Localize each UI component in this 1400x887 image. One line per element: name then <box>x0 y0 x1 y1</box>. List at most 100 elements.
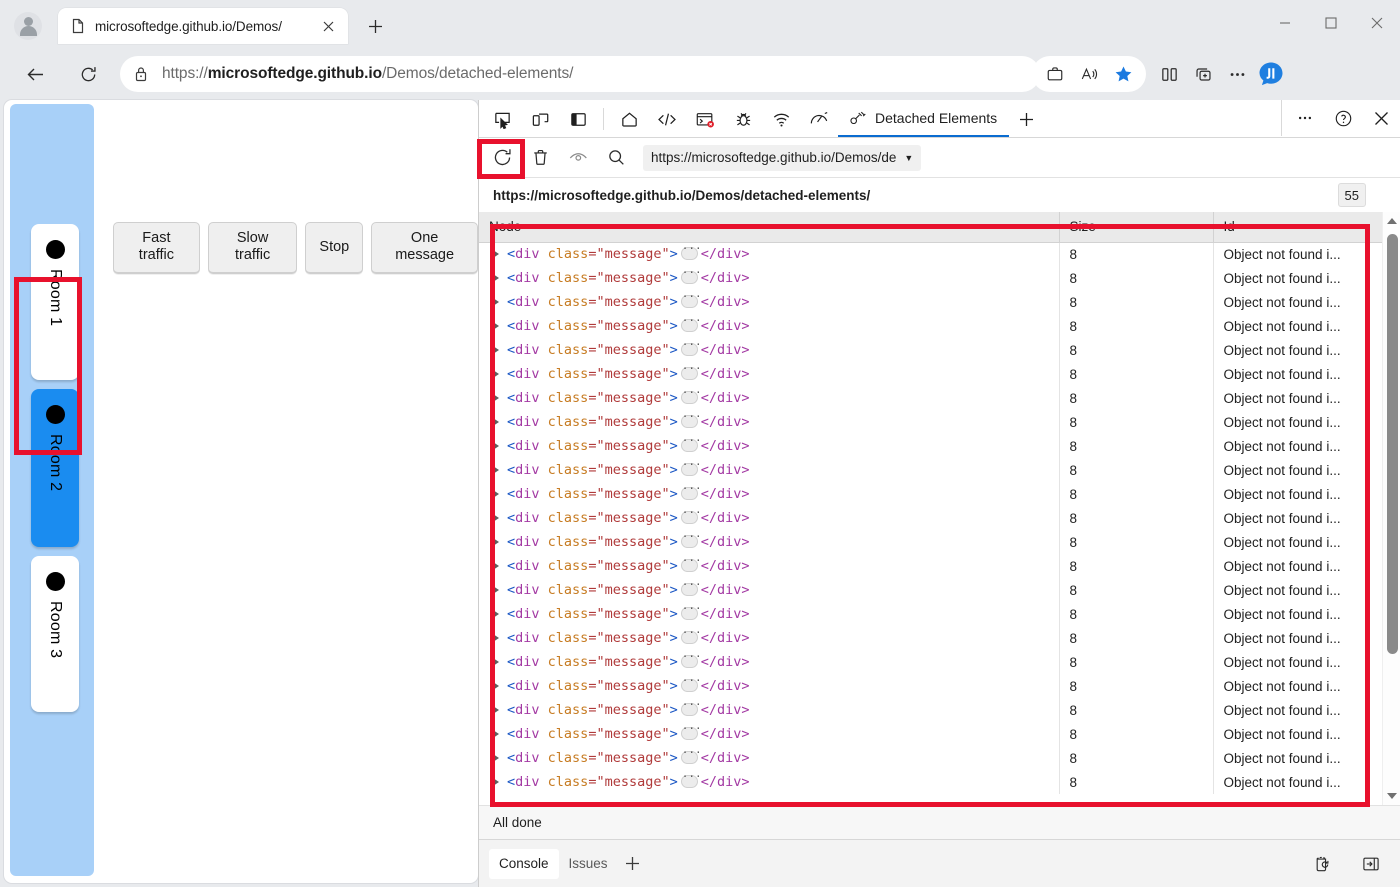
table-row[interactable]: <div class="message"> </div> 8 Object not f… <box>479 530 1382 554</box>
minimize-icon[interactable] <box>1262 0 1308 46</box>
expand-triangle-icon[interactable] <box>493 466 499 474</box>
reload-button[interactable] <box>71 57 105 91</box>
browser-tab[interactable]: microsoftedge.github.io/Demos/ <box>58 8 348 44</box>
split-screen-icon[interactable] <box>1152 57 1186 91</box>
node-cell[interactable]: <div class="message"> </div> <box>479 362 1060 386</box>
target-url-select[interactable]: https://microsoftedge.github.io/Demos/de… <box>643 144 922 171</box>
scroll-down-arrow-icon[interactable] <box>1383 787 1400 805</box>
address-bar[interactable]: https://microsoftedge.github.io/Demos/de… <box>120 56 1040 92</box>
room-tab-1[interactable]: Room 1 <box>31 224 79 380</box>
room-tab-3[interactable]: Room 3 <box>31 556 79 712</box>
node-children-chip[interactable] <box>680 626 698 644</box>
table-row[interactable]: <div class="message"> </div> 8 Object not f… <box>479 626 1382 650</box>
node-cell[interactable]: <div class="message"> </div> <box>479 626 1060 650</box>
table-row[interactable]: <div class="message"> </div> 8 Object not f… <box>479 698 1382 722</box>
expand-triangle-icon[interactable] <box>493 778 499 786</box>
search-icon[interactable] <box>597 142 635 174</box>
briefcase-icon[interactable] <box>1038 57 1072 91</box>
expand-triangle-icon[interactable] <box>493 346 499 354</box>
node-cell[interactable]: <div class="message"> </div> <box>479 554 1060 578</box>
node-cell[interactable]: <div class="message"> </div> <box>479 674 1060 698</box>
node-cell[interactable]: <div class="message"> </div> <box>479 242 1060 266</box>
node-children-chip[interactable] <box>680 770 698 788</box>
expand-triangle-icon[interactable] <box>493 250 499 259</box>
node-cell[interactable]: <div class="message"> </div> <box>479 770 1060 794</box>
table-row[interactable]: <div class="message"> </div> 8 Object not f… <box>479 338 1382 362</box>
scroll-up-arrow-icon[interactable] <box>1383 212 1400 230</box>
slow-traffic-button[interactable]: Slow traffic <box>207 222 298 274</box>
help-circle-icon[interactable] <box>1324 100 1362 136</box>
wifi-icon[interactable] <box>762 101 800 137</box>
drawer-add-button[interactable] <box>618 849 648 879</box>
node-children-chip[interactable] <box>680 338 698 356</box>
node-cell[interactable]: <div class="message"> </div> <box>479 290 1060 314</box>
node-children-chip[interactable] <box>680 482 698 500</box>
node-children-chip[interactable] <box>680 554 698 572</box>
node-cell[interactable]: <div class="message"> </div> <box>479 410 1060 434</box>
devtools-refresh-icon[interactable] <box>1304 846 1342 882</box>
bug-icon[interactable] <box>724 101 762 137</box>
expand-triangle-icon[interactable] <box>493 370 499 378</box>
expand-triangle-icon[interactable] <box>493 682 499 690</box>
back-button[interactable] <box>18 57 52 91</box>
node-cell[interactable]: <div class="message"> </div> <box>479 530 1060 554</box>
node-cell[interactable]: <div class="message"> </div> <box>479 722 1060 746</box>
expand-triangle-icon[interactable] <box>493 298 499 306</box>
table-row[interactable]: <div class="message"> </div> 8 Object not f… <box>479 554 1382 578</box>
table-row[interactable]: <div class="message"> </div> 8 Object not f… <box>479 602 1382 626</box>
node-cell[interactable]: <div class="message"> </div> <box>479 746 1060 770</box>
table-scrollbar[interactable] <box>1382 212 1400 805</box>
table-row[interactable]: <div class="message"> </div> 8 Object not f… <box>479 290 1382 314</box>
stop-button[interactable]: Stop <box>305 222 364 274</box>
table-row[interactable]: <div class="message"> </div> 8 Object not f… <box>479 578 1382 602</box>
add-tab-group-icon[interactable] <box>1186 57 1220 91</box>
node-children-chip[interactable] <box>680 458 698 476</box>
expand-triangle-icon[interactable] <box>493 730 499 738</box>
node-children-chip[interactable] <box>680 242 698 261</box>
table-row[interactable]: <div class="message"> </div> 8 Object not f… <box>479 746 1382 770</box>
node-cell[interactable]: <div class="message"> </div> <box>479 482 1060 506</box>
node-cell[interactable]: <div class="message"> </div> <box>479 266 1060 290</box>
scrollbar-thumb[interactable] <box>1387 234 1398 654</box>
tab-detached-elements[interactable]: Detached Elements <box>838 101 1010 137</box>
column-header-id[interactable]: Id <box>1213 212 1382 243</box>
refresh-icon[interactable] <box>483 142 521 174</box>
room-tab-2[interactable]: Room 2 <box>31 389 79 547</box>
table-row[interactable]: <div class="message"> </div> 8 Object not f… <box>479 386 1382 410</box>
node-children-chip[interactable] <box>680 674 698 692</box>
node-children-chip[interactable] <box>680 746 698 764</box>
node-children-chip[interactable] <box>680 698 698 716</box>
expand-triangle-icon[interactable] <box>493 394 499 402</box>
add-panel-button[interactable] <box>1009 101 1043 137</box>
console-error-icon[interactable] <box>686 101 724 137</box>
drawer-tab-issues[interactable]: Issues <box>559 849 618 879</box>
table-row[interactable]: <div class="message"> </div> 8 Object not f… <box>479 722 1382 746</box>
detached-elements-table-wrap[interactable]: Node Size Id <div class="message"></div>… <box>479 212 1382 805</box>
node-children-chip[interactable] <box>680 290 698 308</box>
panel-layout-icon[interactable] <box>559 101 597 137</box>
node-cell[interactable]: <div class="message"> </div> <box>479 578 1060 602</box>
table-row[interactable]: <div class="message"> </div> 8 Object not f… <box>479 650 1382 674</box>
expand-triangle-icon[interactable] <box>493 562 499 570</box>
eye-detach-icon[interactable] <box>559 142 597 174</box>
node-cell[interactable]: <div class="message"> </div> <box>479 602 1060 626</box>
node-children-chip[interactable] <box>680 602 698 620</box>
device-toggle-icon[interactable] <box>521 101 559 137</box>
node-cell[interactable]: <div class="message"> </div> <box>479 698 1060 722</box>
column-header-node[interactable]: Node <box>479 212 1060 243</box>
table-row[interactable]: <div class="message"> </div> 8 Object not f… <box>479 506 1382 530</box>
window-close-icon[interactable] <box>1354 0 1400 46</box>
expand-triangle-icon[interactable] <box>493 514 499 522</box>
profile-avatar[interactable] <box>14 12 42 40</box>
expand-triangle-icon[interactable] <box>493 706 499 714</box>
maximize-icon[interactable] <box>1308 0 1354 46</box>
node-children-chip[interactable] <box>680 530 698 548</box>
expand-triangle-icon[interactable] <box>493 538 499 546</box>
table-row[interactable]: <div class="message"> </div> 8 Object not f… <box>479 266 1382 290</box>
expand-triangle-icon[interactable] <box>493 274 499 282</box>
node-children-chip[interactable] <box>680 434 698 452</box>
expand-triangle-icon[interactable] <box>493 634 499 642</box>
gauge-icon[interactable] <box>800 101 838 137</box>
trash-icon[interactable] <box>521 142 559 174</box>
table-row[interactable]: <div class="message"> </div> 8 Object not f… <box>479 434 1382 458</box>
